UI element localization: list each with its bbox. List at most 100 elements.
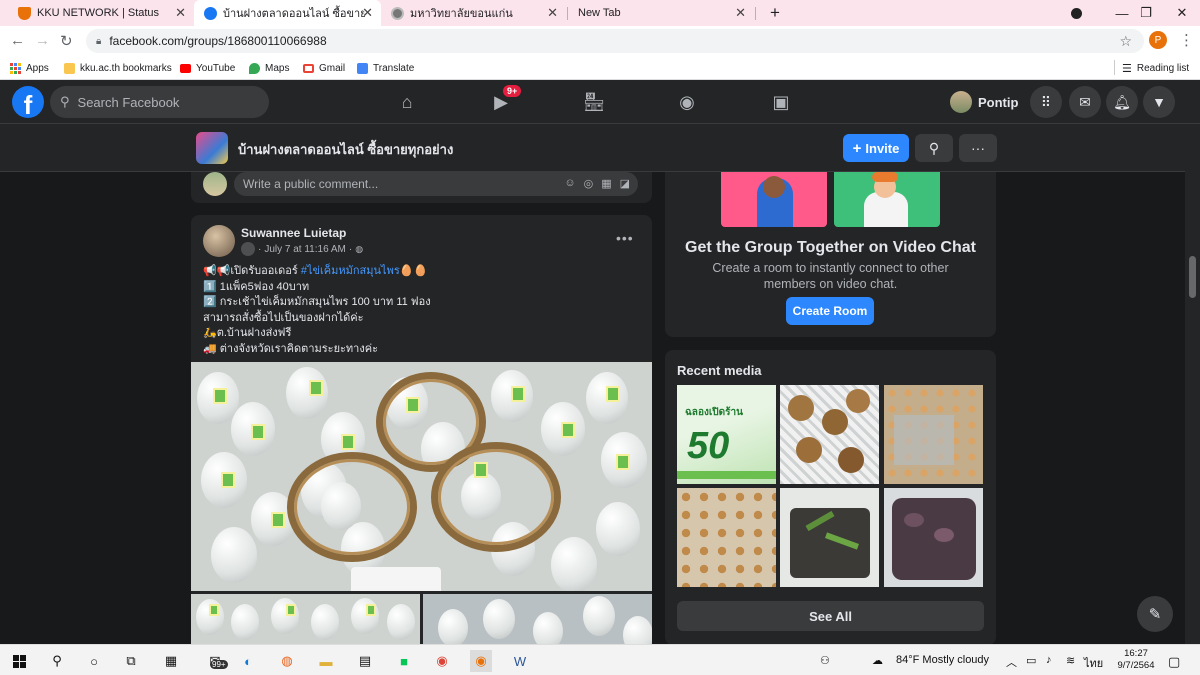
invite-button[interactable]: + Invite bbox=[843, 134, 909, 162]
search-icon[interactable]: ⚲ bbox=[46, 650, 68, 672]
star-icon[interactable]: ☆ bbox=[1119, 33, 1132, 50]
hashtag-link[interactable]: #ไข่เค็มหมักสมุนไพร bbox=[301, 265, 400, 277]
line-icon[interactable]: ■ bbox=[393, 650, 415, 672]
people-icon[interactable]: ⚇ bbox=[820, 654, 830, 667]
create-room-button[interactable]: Create Room bbox=[786, 297, 874, 325]
store-icon[interactable]: ▤ bbox=[354, 650, 376, 672]
account-dropdown-icon[interactable]: ▼ bbox=[1143, 86, 1175, 118]
address-toolbar: ← → ↻ 🔒︎ facebook.com/groups/18680011006… bbox=[0, 26, 1200, 56]
firefox-icon[interactable]: ◍ bbox=[276, 650, 298, 672]
bookmark-kku-folder[interactable]: kku.ac.th bookmarks bbox=[64, 60, 172, 76]
media-thumbnail[interactable] bbox=[677, 488, 776, 587]
facebook-header: f ⚲ Search Facebook ⌂ ▶ 9+ 🏪︎ ◉ ▣ Pontip… bbox=[0, 80, 1200, 124]
browser-tab-strip: KKU NETWORK | Status ✕ บ้านฝางตลาดออนไลน… bbox=[0, 0, 1200, 26]
see-all-button[interactable]: See All bbox=[677, 601, 984, 631]
user-profile-link[interactable]: Pontip bbox=[950, 88, 1018, 116]
search-facebook-input[interactable]: ⚲ Search Facebook bbox=[50, 86, 269, 118]
file-explorer-icon[interactable]: ▬ bbox=[315, 650, 337, 672]
close-window-icon[interactable]: ✕ bbox=[1160, 0, 1200, 26]
camera-icon[interactable]: ◎ bbox=[584, 177, 594, 190]
clock[interactable]: 16:27 9/7/2564 bbox=[1112, 648, 1160, 672]
volume-icon[interactable]: ♪ bbox=[1046, 654, 1052, 666]
forward-icon[interactable]: → bbox=[35, 32, 50, 49]
media-thumbnail[interactable]: ฉลองเปิดร้าน 50 bbox=[677, 385, 776, 484]
invite-label: Invite bbox=[865, 140, 900, 156]
avatar bbox=[203, 172, 227, 196]
input-language[interactable]: ไทย bbox=[1084, 654, 1103, 672]
back-icon[interactable]: ← bbox=[10, 32, 25, 49]
profile-avatar[interactable]: P bbox=[1149, 31, 1167, 49]
tab-kku-network[interactable]: KKU NETWORK | Status ✕ bbox=[8, 0, 194, 26]
close-tab-icon[interactable]: ✕ bbox=[547, 5, 558, 21]
marketplace-icon[interactable]: 🏪︎ bbox=[579, 90, 609, 114]
bookmark-label: Translate bbox=[373, 62, 415, 74]
notification-center-icon[interactable]: ▢ bbox=[1168, 654, 1180, 670]
post-photo-main[interactable] bbox=[191, 362, 652, 591]
comment-input[interactable]: Write a public comment... ☺ ◎ ▦ ◪ bbox=[234, 172, 638, 196]
post-options-icon[interactable]: ••• bbox=[616, 230, 634, 246]
user-name: Pontip bbox=[978, 94, 1019, 110]
chrome-profile-icon[interactable]: ◉ bbox=[470, 650, 492, 672]
network-icon[interactable]: ▭ bbox=[1026, 654, 1036, 667]
media-thumbnail[interactable] bbox=[884, 488, 983, 587]
scrollbar[interactable] bbox=[1185, 124, 1200, 644]
windows-start-icon[interactable] bbox=[8, 650, 30, 672]
tray-chevron-icon[interactable]: ︿ bbox=[1006, 654, 1017, 670]
reading-list[interactable]: ☰ Reading list bbox=[1122, 60, 1189, 76]
word-icon[interactable]: W bbox=[509, 650, 531, 672]
calculator-icon[interactable]: ▦ bbox=[160, 650, 182, 672]
gmail-icon bbox=[303, 63, 314, 73]
bookmark-gmail[interactable]: Gmail bbox=[303, 60, 345, 76]
close-tab-icon[interactable]: ✕ bbox=[362, 5, 373, 21]
bookmark-youtube[interactable]: YouTube bbox=[180, 60, 235, 76]
reload-icon[interactable]: ↻ bbox=[60, 32, 73, 50]
media-thumbnail[interactable] bbox=[884, 385, 983, 484]
group-name[interactable]: บ้านฝางตลาดออนไลน์ ซื้อขายทุกอย่าง bbox=[238, 139, 453, 160]
close-tab-icon[interactable]: ✕ bbox=[175, 5, 186, 21]
mail-icon[interactable]: ✉99+ bbox=[200, 650, 230, 672]
tab-new-tab[interactable]: New Tab ✕ bbox=[568, 0, 754, 26]
group-more-button[interactable]: ··· bbox=[959, 134, 997, 162]
wifi-icon[interactable]: ≋ bbox=[1066, 654, 1075, 667]
new-message-icon[interactable]: ✎ bbox=[1137, 596, 1173, 632]
messenger-icon[interactable]: ✉ bbox=[1069, 86, 1101, 118]
post-time[interactable]: July 7 at 11:16 AM bbox=[264, 244, 346, 255]
notifications-bell-icon[interactable]: 🔔︎ bbox=[1106, 86, 1138, 118]
task-view-icon[interactable]: ⧉ bbox=[120, 650, 142, 672]
close-tab-icon[interactable]: ✕ bbox=[735, 5, 746, 21]
bookmark-maps[interactable]: Maps bbox=[249, 60, 289, 76]
bookmarks-bar: Apps kku.ac.th bookmarks YouTube Maps Gm… bbox=[0, 56, 1200, 80]
media-thumbnail[interactable] bbox=[780, 385, 879, 484]
post-photo-thumb-1[interactable] bbox=[191, 594, 420, 645]
avatar[interactable] bbox=[203, 225, 235, 257]
tab-kku[interactable]: มหาวิทยาลัยขอนแก่น ✕ bbox=[381, 0, 566, 26]
post-photo-thumb-2[interactable] bbox=[423, 594, 652, 645]
sticker-icon[interactable]: ◪ bbox=[620, 177, 630, 190]
weather-text[interactable]: 84°F Mostly cloudy bbox=[896, 654, 989, 666]
home-icon[interactable]: ⌂ bbox=[392, 90, 422, 114]
video-chat-title: Get the Group Together on Video Chat bbox=[685, 239, 976, 256]
facebook-logo-icon[interactable]: f bbox=[12, 86, 44, 118]
plus-icon: + bbox=[852, 139, 862, 157]
media-thumbnail[interactable] bbox=[780, 488, 879, 587]
search-placeholder: Search Facebook bbox=[77, 94, 180, 110]
menu-grid-icon[interactable]: ⠿ bbox=[1030, 86, 1062, 118]
post-author[interactable]: Suwannee Luietap bbox=[241, 226, 346, 240]
gaming-icon[interactable]: ▣ bbox=[766, 90, 796, 114]
group-cover-thumbnail[interactable] bbox=[196, 132, 228, 164]
groups-icon[interactable]: ◉ bbox=[672, 90, 702, 114]
tab-search-icon[interactable] bbox=[1054, 0, 1098, 26]
new-tab-button[interactable]: + bbox=[760, 0, 784, 26]
bookmark-translate[interactable]: Translate bbox=[357, 60, 414, 76]
scrollbar-thumb[interactable] bbox=[1189, 256, 1196, 298]
url-bar[interactable]: 🔒︎ facebook.com/groups/186800110066988 ☆ bbox=[86, 29, 1144, 53]
chrome-menu-icon[interactable]: ⋮ bbox=[1179, 31, 1194, 49]
chrome-icon[interactable]: ◉ bbox=[431, 650, 453, 672]
group-search-button[interactable]: ⚲ bbox=[915, 134, 953, 162]
tab-facebook-group[interactable]: บ้านฝางตลาดออนไลน์ ซื้อขายทุกอย่าง ✕ bbox=[194, 0, 381, 26]
emoji-icon[interactable]: ☺ bbox=[564, 177, 575, 190]
gif-icon[interactable]: ▦ bbox=[601, 177, 611, 190]
edge-icon[interactable]: ◐ bbox=[237, 650, 259, 672]
cortana-icon[interactable]: ○ bbox=[83, 650, 105, 672]
bookmark-apps[interactable]: Apps bbox=[10, 60, 49, 76]
